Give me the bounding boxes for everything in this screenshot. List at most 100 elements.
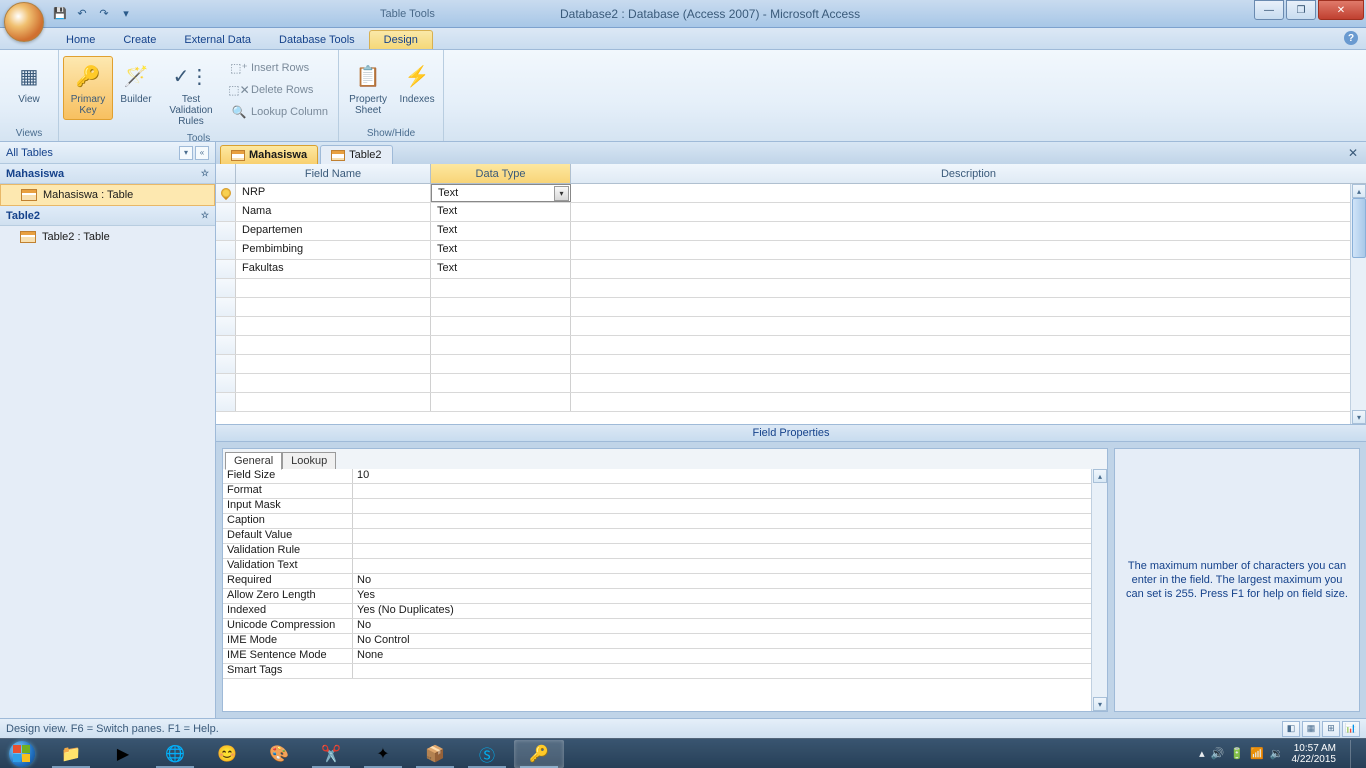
property-row[interactable]: Caption <box>223 514 1107 529</box>
property-row[interactable]: IME Sentence ModeNone <box>223 649 1107 664</box>
taskbar-paint[interactable]: 🎨 <box>254 740 304 768</box>
property-value[interactable] <box>353 544 1107 558</box>
property-row[interactable]: Format <box>223 484 1107 499</box>
data-type-cell[interactable]: Text <box>431 222 571 240</box>
property-value[interactable] <box>353 664 1107 678</box>
data-type-cell[interactable] <box>431 279 571 297</box>
data-type-cell[interactable] <box>431 317 571 335</box>
property-row[interactable]: Default Value <box>223 529 1107 544</box>
taskbar-snipping[interactable]: ✂️ <box>306 740 356 768</box>
data-type-cell[interactable] <box>431 336 571 354</box>
design-grid-row[interactable] <box>216 298 1366 317</box>
design-grid-row[interactable] <box>216 317 1366 336</box>
redo-icon[interactable]: ↷ <box>96 6 112 22</box>
close-button[interactable]: ✕ <box>1318 0 1364 20</box>
scroll-down-icon[interactable]: ▾ <box>1093 697 1107 711</box>
design-grid-row[interactable] <box>216 336 1366 355</box>
scroll-up-icon[interactable]: ▴ <box>1352 184 1366 198</box>
property-row[interactable]: IndexedYes (No Duplicates) <box>223 604 1107 619</box>
data-type-cell[interactable] <box>431 298 571 316</box>
row-selector[interactable] <box>216 317 236 335</box>
taskbar-access[interactable]: 🔑 <box>514 740 564 768</box>
design-grid-row[interactable]: PembimbingText <box>216 241 1366 260</box>
row-selector[interactable] <box>216 222 236 240</box>
dropdown-icon[interactable]: ▾ <box>554 186 569 201</box>
data-type-cell[interactable] <box>431 393 571 411</box>
data-type-cell[interactable] <box>431 355 571 373</box>
row-selector[interactable] <box>216 260 236 278</box>
nav-pane-header[interactable]: All Tables ▾ « <box>0 142 215 164</box>
design-grid-row[interactable] <box>216 279 1366 298</box>
close-tab-icon[interactable]: ✕ <box>1346 146 1360 160</box>
property-value[interactable]: No Control <box>353 634 1107 648</box>
field-name-cell[interactable]: Pembimbing <box>236 241 431 259</box>
doc-tab-table2[interactable]: Table2 <box>320 145 392 164</box>
property-value[interactable]: None <box>353 649 1107 663</box>
data-type-cell[interactable]: Text <box>431 260 571 278</box>
property-value[interactable] <box>353 529 1107 543</box>
data-type-cell[interactable] <box>431 374 571 392</box>
taskbar-media-player[interactable]: ▶ <box>98 740 148 768</box>
design-grid-row[interactable] <box>216 393 1366 412</box>
scroll-down-icon[interactable]: ▾ <box>1352 410 1366 424</box>
design-grid-row[interactable]: NamaText <box>216 203 1366 222</box>
indexes-button[interactable]: ⚡ Indexes <box>395 56 439 109</box>
tray-volume-icon[interactable]: 🔊 <box>1211 747 1225 760</box>
property-row[interactable]: IME ModeNo Control <box>223 634 1107 649</box>
nav-collapse-icon[interactable]: « <box>195 146 209 160</box>
show-desktop-button[interactable] <box>1350 740 1362 768</box>
data-type-cell[interactable]: Text▾ <box>431 184 571 202</box>
field-name-cell[interactable]: NRP <box>236 184 431 202</box>
description-cell[interactable] <box>571 260 1366 278</box>
col-header-description[interactable]: Description <box>571 164 1366 183</box>
description-cell[interactable] <box>571 241 1366 259</box>
nav-item-table2-table[interactable]: Table2 : Table <box>0 226 215 248</box>
description-cell[interactable] <box>571 222 1366 240</box>
nav-group-table2[interactable]: Table2 ☆ <box>0 206 215 226</box>
test-validation-button[interactable]: ✓⋮ Test Validation Rules <box>159 56 223 131</box>
tab-general[interactable]: General <box>225 452 282 470</box>
minimize-button[interactable]: — <box>1254 0 1284 20</box>
scroll-up-icon[interactable]: ▴ <box>1093 469 1107 483</box>
design-grid-row[interactable]: NRPText▾ <box>216 184 1366 203</box>
property-row[interactable]: Validation Rule <box>223 544 1107 559</box>
tab-create[interactable]: Create <box>109 31 170 49</box>
row-selector[interactable] <box>216 279 236 297</box>
property-value[interactable]: 10 <box>353 469 1107 483</box>
description-cell[interactable] <box>571 374 1366 392</box>
property-value[interactable] <box>353 514 1107 528</box>
taskbar-app-1[interactable]: 😊 <box>202 740 252 768</box>
tab-home[interactable]: Home <box>52 31 109 49</box>
description-cell[interactable] <box>571 317 1366 335</box>
property-value[interactable] <box>353 499 1107 513</box>
help-icon[interactable]: ? <box>1344 31 1358 45</box>
design-grid-row[interactable] <box>216 355 1366 374</box>
tray-battery-icon[interactable]: 🔋 <box>1230 747 1244 760</box>
row-selector[interactable] <box>216 336 236 354</box>
description-cell[interactable] <box>571 393 1366 411</box>
delete-rows-button[interactable]: ⬚✕Delete Rows <box>227 80 332 100</box>
field-name-cell[interactable]: Nama <box>236 203 431 221</box>
view-pivottable-icon[interactable]: ⊞ <box>1322 721 1340 737</box>
row-selector[interactable] <box>216 374 236 392</box>
view-button[interactable]: ▦ View <box>4 56 54 109</box>
tab-design[interactable]: Design <box>369 30 433 49</box>
taskbar-skype[interactable]: Ⓢ <box>462 740 512 768</box>
insert-rows-button[interactable]: ⬚⁺Insert Rows <box>227 58 332 78</box>
property-value[interactable]: No <box>353 574 1107 588</box>
property-row[interactable]: Input Mask <box>223 499 1107 514</box>
description-cell[interactable] <box>571 298 1366 316</box>
description-cell[interactable] <box>571 184 1366 202</box>
property-value[interactable]: Yes (No Duplicates) <box>353 604 1107 618</box>
col-header-field-name[interactable]: Field Name <box>236 164 431 183</box>
taskbar-chrome[interactable]: 🌐 <box>150 740 200 768</box>
property-row[interactable]: Allow Zero LengthYes <box>223 589 1107 604</box>
view-design-icon[interactable]: ◧ <box>1282 721 1300 737</box>
data-type-cell[interactable]: Text <box>431 203 571 221</box>
field-name-cell[interactable]: Fakultas <box>236 260 431 278</box>
property-row[interactable]: Unicode CompressionNo <box>223 619 1107 634</box>
save-icon[interactable]: 💾 <box>52 6 68 22</box>
field-name-cell[interactable]: Departemen <box>236 222 431 240</box>
design-grid-row[interactable]: DepartemenText <box>216 222 1366 241</box>
taskbar-explorer[interactable]: 📁 <box>46 740 96 768</box>
